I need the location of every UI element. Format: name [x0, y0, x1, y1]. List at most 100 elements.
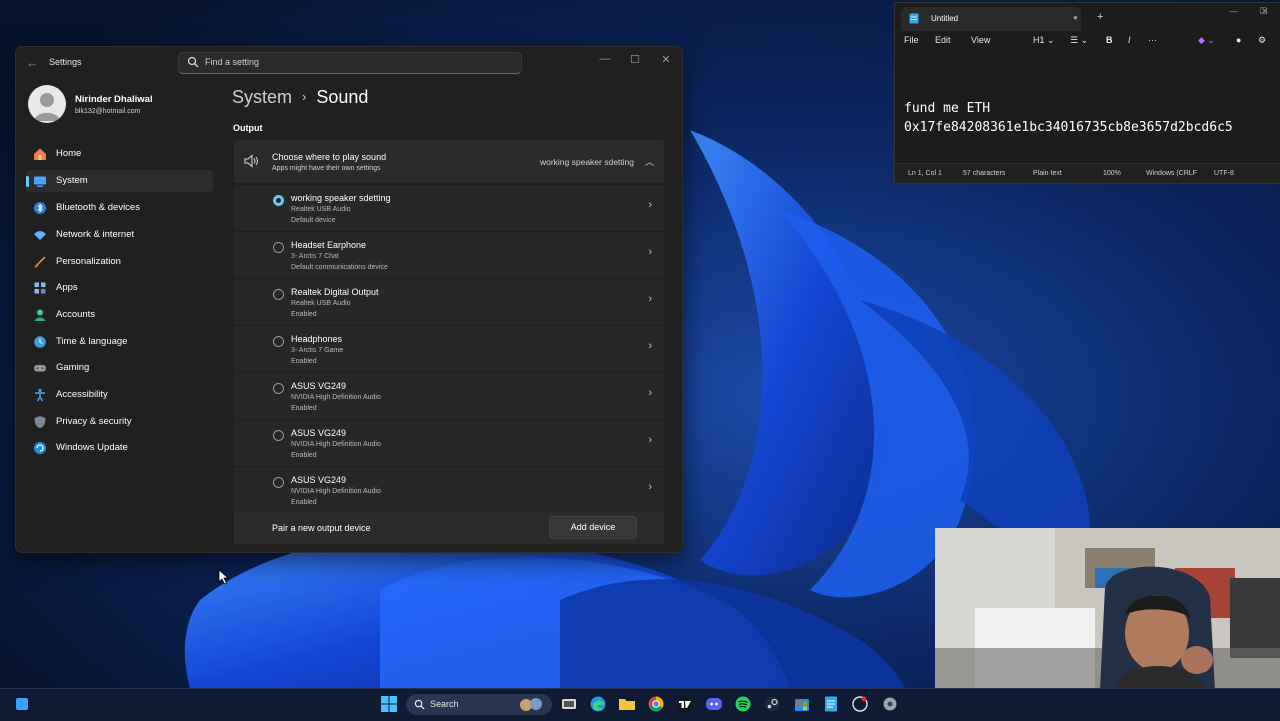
copilot-icon[interactable]: ◆ ⌄: [1198, 35, 1215, 46]
breadcrumb-parent[interactable]: System: [232, 87, 292, 107]
menu-file[interactable]: File: [904, 35, 919, 45]
zoom-level[interactable]: 100%: [1103, 170, 1121, 177]
chevron-up-icon[interactable]: ︿: [645, 155, 654, 168]
choose-subtitle: Apps might have their own settings: [272, 165, 381, 172]
minimize-icon[interactable]: —: [1229, 6, 1238, 16]
chevron-right-icon[interactable]: ›: [648, 387, 652, 399]
notepad-taskbar-icon[interactable]: [822, 695, 840, 713]
minimize-icon[interactable]: —: [595, 53, 615, 65]
device-radio[interactable]: [273, 336, 284, 347]
notepad-status-bar: Ln 1, Col 1 57 characters Plain text 100…: [895, 163, 1280, 183]
device-radio[interactable]: [273, 477, 284, 488]
more-options-icon[interactable]: ···: [1148, 35, 1157, 45]
device-radio-selected[interactable]: [273, 195, 284, 206]
tradingview-icon[interactable]: [676, 695, 694, 713]
menu-edit[interactable]: Edit: [935, 35, 951, 45]
output-device-row[interactable]: Headphones 3- Arctis 7 Game Enabled ›: [234, 325, 664, 372]
add-device-button[interactable]: Add device: [549, 516, 637, 539]
italic-icon[interactable]: I: [1128, 35, 1131, 45]
output-device-row[interactable]: ASUS VG249 NVIDIA High Definition Audio …: [234, 466, 664, 513]
sidebar-item-time-language[interactable]: Time & language: [26, 331, 213, 353]
sidebar-item-system[interactable]: System: [26, 170, 213, 192]
tab-untitled[interactable]: Untitled ●: [901, 7, 1081, 31]
device-name: Headset Earphone: [291, 240, 367, 250]
encoding: UTF-8: [1214, 170, 1234, 177]
list-format-icon[interactable]: ☰ ⌄: [1070, 35, 1088, 46]
spotify-icon[interactable]: [734, 695, 752, 713]
new-tab-plus-icon[interactable]: +: [1097, 11, 1103, 23]
start-windows-icon[interactable]: [380, 695, 398, 713]
sidebar-item-accounts[interactable]: Accounts: [26, 304, 213, 326]
back-arrow-icon[interactable]: ←: [26, 55, 39, 70]
chevron-right-icon[interactable]: ›: [648, 481, 652, 493]
sidebar-item-personalization[interactable]: Personalization: [26, 251, 213, 273]
choose-output-expander[interactable]: Choose where to play sound Apps might ha…: [234, 140, 664, 183]
task-view-icon[interactable]: [560, 695, 578, 713]
snipping-tool-icon[interactable]: [851, 695, 869, 713]
chevron-right-icon[interactable]: ›: [648, 199, 652, 211]
sidebar-item-gaming[interactable]: Gaming: [26, 357, 213, 379]
discord-icon[interactable]: [705, 695, 723, 713]
output-device-row[interactable]: Realtek Digital Output Realtek USB Audio…: [234, 278, 664, 325]
chevron-right-icon[interactable]: ›: [648, 246, 652, 258]
output-device-row[interactable]: working speaker sdetting Realtek USB Aud…: [234, 184, 664, 231]
device-driver: NVIDIA High Definition Audio: [291, 441, 381, 448]
text-format: Plain text: [1033, 170, 1062, 177]
chevron-right-icon[interactable]: ›: [648, 434, 652, 446]
device-status: Default device: [291, 217, 336, 224]
taskbar-search-box[interactable]: Search: [406, 694, 552, 715]
steam-icon[interactable]: [763, 695, 781, 713]
notepad-icon: [909, 13, 919, 24]
maximize-icon[interactable]: ☐: [625, 53, 645, 66]
device-radio[interactable]: [273, 289, 284, 300]
taskbar: Search: [0, 688, 1280, 721]
device-status: Enabled: [291, 452, 317, 459]
sidebar-item-apps[interactable]: Apps: [26, 277, 213, 299]
device-status: Enabled: [291, 311, 317, 318]
file-explorer-icon[interactable]: [618, 695, 636, 713]
device-driver: 3- Arctis 7 Game: [291, 347, 344, 354]
output-device-row[interactable]: Headset Earphone 3- Arctis 7 Chat Defaul…: [234, 231, 664, 278]
search-highlight-icon: [520, 698, 542, 711]
store-icon[interactable]: [793, 695, 811, 713]
system-icon: [34, 176, 46, 187]
webcam-overlay: [935, 528, 1280, 690]
settings-gear-icon[interactable]: ⚙: [1258, 35, 1266, 46]
widgets-icon[interactable]: [13, 695, 31, 713]
sidebar-item-bluetooth[interactable]: Bluetooth & devices: [26, 197, 213, 219]
settings-taskbar-gear-icon[interactable]: [881, 695, 899, 713]
settings-titlebar: ← Settings Find a setting — ☐ ✕: [16, 47, 682, 79]
device-radio[interactable]: [273, 383, 284, 394]
close-icon[interactable]: ✕: [656, 53, 676, 66]
sidebar-item-windows-update[interactable]: Windows Update: [26, 437, 213, 459]
accounts-icon: [34, 309, 46, 321]
output-device-row[interactable]: ASUS VG249 NVIDIA High Definition Audio …: [234, 419, 664, 466]
find-setting-search[interactable]: Find a setting: [178, 52, 522, 74]
heading-dropdown[interactable]: H1 ⌄: [1033, 35, 1055, 46]
chevron-right-icon[interactable]: ›: [648, 340, 652, 352]
sidebar-item-network[interactable]: Network & internet: [26, 224, 213, 246]
device-radio[interactable]: [273, 242, 284, 253]
unsaved-dot-icon[interactable]: ●: [1073, 13, 1078, 22]
sidebar-item-privacy[interactable]: Privacy & security: [26, 411, 213, 433]
sidebar-item-home[interactable]: Home: [26, 143, 213, 165]
shield-icon: [34, 416, 46, 429]
output-device-row[interactable]: ASUS VG249 NVIDIA High Definition Audio …: [234, 372, 664, 419]
chevron-right-icon[interactable]: ›: [648, 293, 652, 305]
avatar[interactable]: [28, 85, 66, 123]
device-driver: NVIDIA High Definition Audio: [291, 394, 381, 401]
close-icon[interactable]: ✕: [1261, 6, 1269, 17]
account-icon[interactable]: ●: [1236, 35, 1241, 45]
device-name: ASUS VG249: [291, 475, 347, 485]
edge-browser-icon[interactable]: [589, 695, 607, 713]
chrome-icon[interactable]: [647, 695, 665, 713]
pair-output-device-row: Pair a new output device Add device: [234, 512, 664, 544]
notepad-text-area[interactable]: fund me ETH 0x17fe84208361e1bc34016735cb8…: [904, 99, 1233, 137]
output-section-label: Output: [233, 123, 263, 133]
device-radio[interactable]: [273, 430, 284, 441]
sidebar-item-accessibility[interactable]: Accessibility: [26, 384, 213, 406]
bold-icon[interactable]: B: [1106, 35, 1113, 45]
device-driver: Realtek USB Audio: [291, 206, 351, 213]
menu-view[interactable]: View: [971, 35, 990, 45]
current-output-device: working speaker sdetting: [539, 157, 634, 167]
